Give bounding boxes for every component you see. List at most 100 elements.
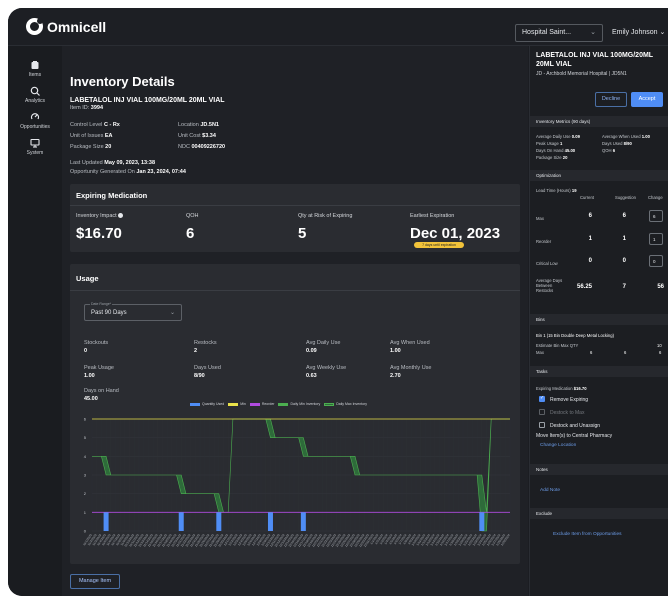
sidebar-item-label: Items [28, 72, 42, 78]
sidebar-item-opportunities[interactable]: Opportunities [8, 112, 62, 130]
user-menu[interactable]: Emily Johnson ⌄ [612, 28, 665, 36]
bin-max-current: 6 [590, 350, 593, 355]
lead-time-label: Lead Time (Hours) [536, 188, 571, 193]
user-name: Emily Johnson [612, 29, 658, 36]
reorder-change-input[interactable]: 1 [649, 233, 663, 245]
notes-header: Notes [530, 464, 668, 475]
critical-low-change-input[interactable]: 0 [649, 255, 663, 267]
hospital-select[interactable]: Hospital Saint... ⌄ [515, 24, 603, 42]
y-tick-label: 6 [84, 417, 87, 422]
last-updated-value: May 09, 2023, 13:38 [104, 160, 156, 166]
manage-item-button[interactable]: Manage Item [70, 574, 120, 589]
task-expiring-label: Expiring Medication [536, 386, 573, 391]
bin-name: Bin 1 (15 Bin Double Deep Metal Locking) [536, 333, 614, 338]
last-updated-label: Last Updated [70, 160, 103, 166]
chart-legend: Quantity Used Min Reorder Daily Min Inve… [190, 402, 367, 406]
destock-unassign-checkbox[interactable] [539, 422, 545, 428]
location-label: Location [178, 122, 199, 128]
stat-avg-weekly-use: Avg Weekly Use 0.63 [306, 365, 346, 379]
location: Location JD.5N1 [178, 122, 219, 128]
omnicell-logo[interactable]: Omnicell [26, 18, 106, 35]
sidebar-item-items[interactable]: Items [8, 60, 62, 78]
quantity-used-bar [300, 512, 306, 531]
stat-label: Avg Weekly Use [306, 365, 347, 371]
metric-label: Days Used [602, 141, 623, 146]
y-tick-label: 2 [84, 491, 87, 496]
bins-header: Bins [530, 314, 668, 325]
opt-current: 0 [588, 258, 592, 264]
quantity-used-bar [267, 512, 273, 531]
y-tick-label: 5 [84, 435, 87, 440]
metric-label: Peak Usage [536, 141, 559, 146]
task-expiring: Expiring Medication $16.70 [536, 386, 587, 391]
control-level: Control Level C - Rx [70, 122, 120, 128]
date-range-value: Past 90 Days [91, 310, 127, 316]
quantity-used-bar [216, 512, 222, 531]
ndc-label: NDC [178, 144, 190, 150]
unit-of-issues-label: Unit of Issues [70, 133, 104, 139]
main-content: Inventory Details LABETALOL INJ VIAL 100… [62, 46, 528, 596]
qoh-label: QOH [186, 213, 199, 219]
legend-label: Min [240, 402, 246, 406]
remove-expiring-checkbox[interactable] [539, 395, 545, 402]
ndc-value: 00409226720 [191, 144, 226, 150]
opt-suggestion: 0 [622, 258, 626, 264]
stat-label: Avg When Used [390, 340, 430, 346]
accept-button[interactable]: Accept [631, 92, 663, 107]
exclude-header: Exclude [530, 508, 668, 519]
opportunities-icon [30, 113, 40, 120]
stat-stockouts: Stockouts 0 [84, 340, 108, 354]
metric-peak: Peak Usage 1 [536, 141, 562, 146]
sidebar-item-label: Analytics [24, 98, 45, 104]
opt-current: 1 [588, 236, 592, 242]
legend-label: Daily Max Inventory [336, 402, 367, 406]
legend-label: Quantity Used [202, 402, 225, 406]
inventory-impact-label: Inventory Impact [76, 213, 124, 219]
expiring-title: Expiring Medication [76, 191, 148, 200]
last-updated: Last Updated May 09, 2023, 13:38 [70, 160, 155, 166]
metric-value: 20 [562, 155, 568, 160]
y-tick-label: 1 [84, 510, 87, 515]
opportunity-panel: LABETALOL INJ VIAL 100MG/20ML 20ML VIAL … [529, 46, 668, 596]
max-change-input[interactable]: 6 [649, 210, 663, 222]
earliest-expiration-label: Earliest Expiration [410, 213, 455, 219]
top-bar: Omnicell Hospital Saint... ⌄ Emily Johns… [8, 8, 668, 46]
generated-label: Opportunity Generated On [70, 169, 135, 175]
sidebar-item-system[interactable]: System [8, 138, 62, 156]
legend-quantity-used[interactable]: Quantity Used [190, 402, 224, 406]
destock-to-max-checkbox[interactable] [539, 409, 545, 415]
qoh-value: 6 [186, 225, 195, 242]
exclude-item-link[interactable]: Exclude Item from Opportunities [553, 532, 622, 537]
chevron-down-icon: ⌄ [659, 29, 666, 36]
stat-label: Avg Monthly Use [390, 365, 432, 371]
legend-daily-max[interactable]: Daily Max Inventory [324, 402, 367, 406]
decline-button[interactable]: Decline [595, 92, 627, 107]
expiration-badge: 7 days until expiration [414, 242, 464, 248]
y-tick-label: 3 [84, 473, 87, 478]
stat-restocks: Restocks 2 [194, 340, 217, 354]
usage-chart: 012345611/1/202311/2/202311/3/202311/4/2… [82, 417, 511, 548]
metric-doh: Days On Hand 45.00 [536, 148, 575, 153]
sidebar: Items Analytics Opportunities System [8, 46, 62, 596]
package-size: Package Size 20 [70, 144, 111, 150]
opt-suggestion: 6 [622, 213, 626, 219]
metric-qoh: QOH 6 [602, 148, 615, 153]
stat-value: 1.00 [84, 373, 95, 379]
add-note-link[interactable]: Add Note [540, 488, 560, 493]
info-icon[interactable] [118, 213, 124, 219]
stat-label: Stockouts [84, 340, 109, 346]
date-range-select[interactable]: Date Range* Past 90 Days ⌄ [84, 302, 182, 321]
legend-daily-min[interactable]: Daily Min Inventory [278, 402, 320, 406]
metric-value: 1 [559, 141, 563, 146]
sidebar-item-label: System [26, 150, 44, 156]
opt-row-label: Max [536, 216, 544, 221]
usage-card: Usage Date Range* Past 90 Days ⌄ Stockou… [70, 264, 520, 564]
bin-max-suggestion: 6 [624, 350, 627, 355]
tasks-header: Tasks [530, 366, 668, 377]
legend-min[interactable]: Min [228, 402, 246, 406]
change-location-link[interactable]: Change Location [540, 443, 576, 448]
sidebar-item-analytics[interactable]: Analytics [8, 86, 62, 104]
metric-days-used: Days Used 8/90 [602, 141, 632, 146]
metric-pkg: Package Size 20 [536, 155, 567, 160]
legend-reorder[interactable]: Reorder [249, 402, 274, 406]
